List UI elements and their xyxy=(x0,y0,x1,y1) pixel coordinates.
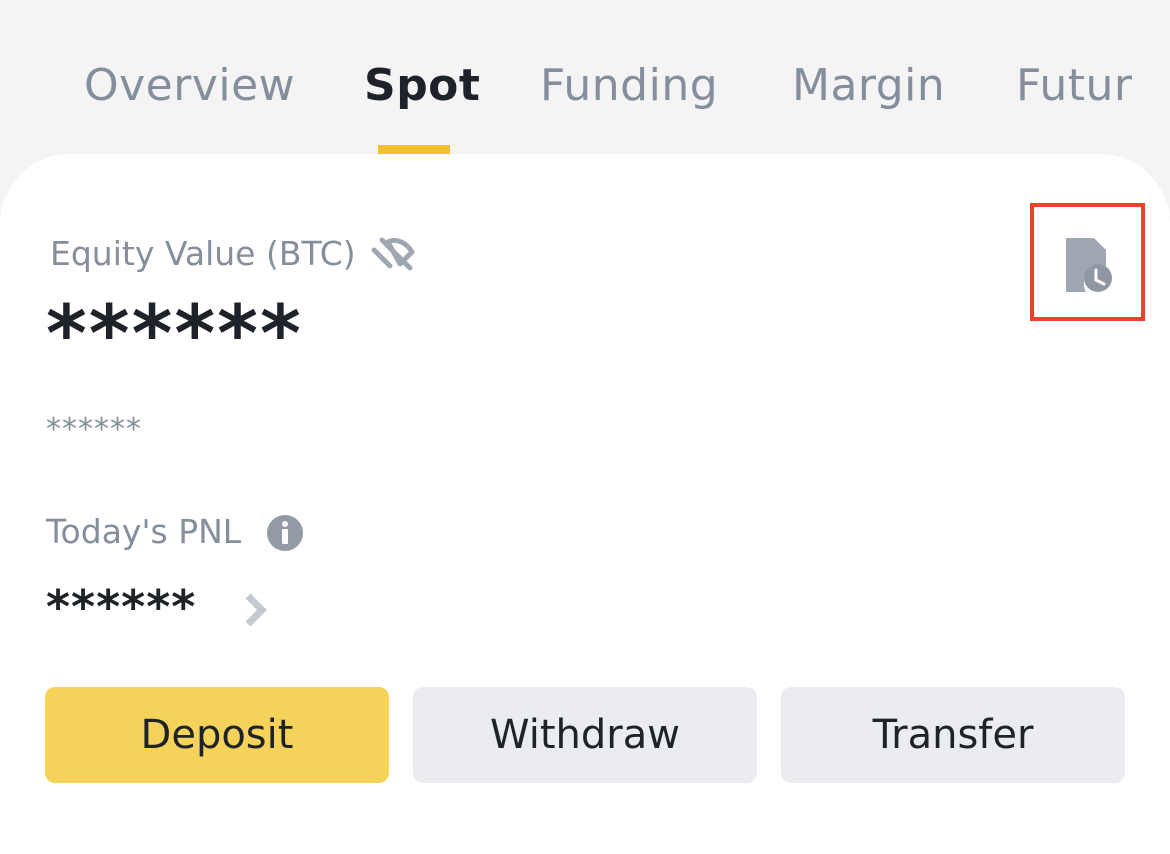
info-icon[interactable] xyxy=(266,514,304,556)
deposit-button[interactable]: Deposit xyxy=(45,687,389,783)
document-clock-icon[interactable] xyxy=(1064,236,1116,298)
tab-overview[interactable]: Overview xyxy=(84,60,295,111)
eye-slash-icon[interactable] xyxy=(370,234,416,278)
tab-futures[interactable]: Futur xyxy=(1016,60,1133,111)
todays-pnl-value: ****** xyxy=(46,580,197,634)
equity-fiat-value: ****** xyxy=(46,412,142,447)
tab-spot[interactable]: Spot xyxy=(364,60,480,111)
transfer-button[interactable]: Transfer xyxy=(781,687,1125,783)
tab-funding[interactable]: Funding xyxy=(540,60,718,111)
equity-value-label: Equity Value (BTC) xyxy=(50,234,356,273)
withdraw-button[interactable]: Withdraw xyxy=(413,687,757,783)
tab-margin[interactable]: Margin xyxy=(792,60,945,111)
account-tabs: Overview Spot Funding Margin Futur xyxy=(0,0,1170,155)
chevron-right-icon[interactable] xyxy=(240,592,270,632)
active-tab-indicator xyxy=(378,145,450,154)
todays-pnl-label: Today's PNL xyxy=(46,512,242,551)
equity-value: ****** xyxy=(46,290,303,380)
